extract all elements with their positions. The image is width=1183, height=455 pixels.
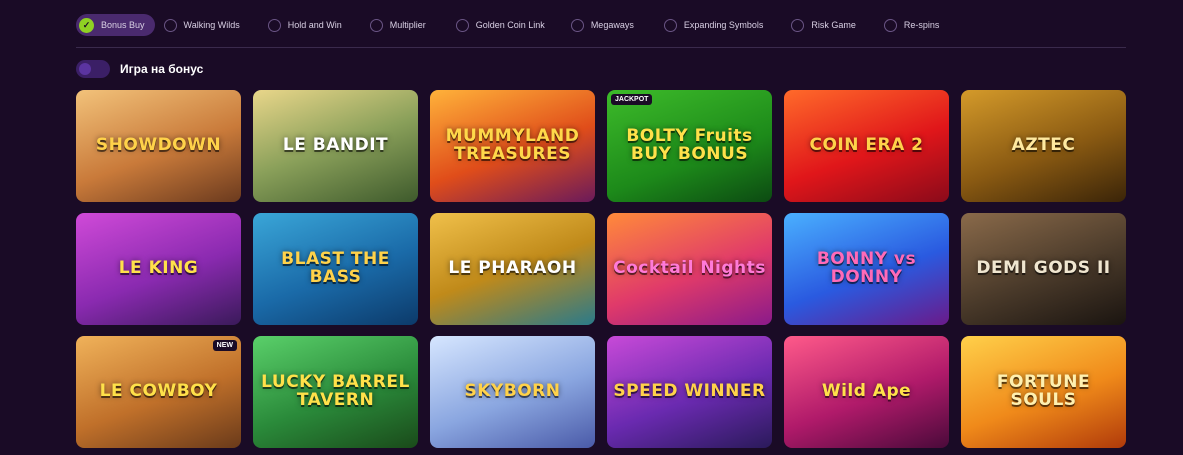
game-title: LE KING (118, 258, 199, 279)
jackpot-badge: JACKPOT (611, 94, 653, 105)
game-card[interactable]: Cocktail Nights (607, 213, 772, 325)
game-card[interactable]: DEMI GODS II (961, 213, 1126, 325)
bonus-game-toggle[interactable] (76, 60, 110, 78)
divider (76, 47, 1126, 48)
game-title: FORTUNE SOULS (996, 372, 1091, 410)
game-title: LUCKY BARREL TAVERN (261, 372, 410, 410)
filter-chip-bonus-buy[interactable]: ✓ Bonus Buy (76, 14, 155, 36)
filter-chip-label: Expanding Symbols (683, 20, 764, 30)
radio-circle-icon (883, 18, 897, 32)
game-title: COIN ERA 2 (809, 135, 924, 156)
game-title: DEMI GODS II (976, 258, 1111, 279)
filter-chip-label: Risk Game (811, 20, 856, 30)
bonus-game-toggle-label: Игра на бонус (120, 62, 204, 76)
radio-circle-icon (267, 18, 281, 32)
filter-chip-label: Multiplier (389, 20, 426, 30)
game-title: LE PHARAOH (448, 258, 577, 279)
radio-circle-icon (455, 18, 469, 32)
new-badge: NEW (212, 340, 237, 351)
game-title: BONNY vs DONNY (816, 249, 917, 287)
game-card[interactable]: MUMMYLAND TREASURES (430, 90, 595, 202)
game-card[interactable]: FORTUNE SOULS (961, 336, 1126, 448)
game-title: SPEED WINNER (613, 381, 766, 402)
game-card[interactable]: COIN ERA 2 (784, 90, 949, 202)
game-card[interactable]: LE PHARAOH (430, 213, 595, 325)
filter-chip-re-spins[interactable]: Re-spins (883, 14, 940, 36)
game-card[interactable]: LE KING (76, 213, 241, 325)
toggle-knob (79, 63, 91, 75)
filter-chip-hold-and-win[interactable]: Hold and Win (267, 14, 342, 36)
radio-circle-icon (163, 18, 177, 32)
game-title: Cocktail Nights (613, 258, 766, 279)
game-title: LE COWBOY (99, 381, 218, 402)
game-title: BOLTY Fruits BUY BONUS (626, 126, 753, 164)
game-card[interactable]: AZTEC (961, 90, 1126, 202)
game-title: SKYBORN (464, 381, 561, 402)
check-icon: ✓ (79, 17, 94, 33)
bonus-game-toggle-row: Игра на бонус (76, 60, 203, 78)
filter-chip-multiplier[interactable]: Multiplier (369, 14, 426, 36)
game-title: AZTEC (1011, 135, 1076, 156)
game-title: BLAST THE BASS (281, 249, 390, 287)
game-card[interactable]: BLAST THE BASS (253, 213, 418, 325)
filter-chip-label: Hold and Win (287, 20, 342, 30)
game-title: Wild Ape (821, 381, 912, 402)
radio-circle-icon (570, 18, 584, 32)
filter-chip-golden-coin-link[interactable]: Golden Coin Link (455, 14, 545, 36)
filter-chip-label: Re-spins (903, 20, 940, 30)
filter-chip-label: Bonus Buy (101, 20, 145, 30)
game-card[interactable]: BOLTY Fruits BUY BONUS JACKPOT (607, 90, 772, 202)
filter-chip-megaways[interactable]: Megaways (570, 14, 634, 36)
filter-chip-label: Golden Coin Link (475, 20, 545, 30)
filter-chip-expanding-symbols[interactable]: Expanding Symbols (663, 14, 764, 36)
filter-chip-label: Walking Wilds (183, 20, 240, 30)
feature-filter-bar: ✓ Bonus Buy Walking Wilds Hold and Win Multi… (76, 14, 939, 36)
game-card[interactable]: LE BANDIT (253, 90, 418, 202)
filter-chip-label: Megaways (590, 20, 634, 30)
radio-circle-icon (791, 18, 805, 32)
filter-chip-risk-game[interactable]: Risk Game (791, 14, 856, 36)
game-card[interactable]: SPEED WINNER (607, 336, 772, 448)
filter-chip-walking-wilds[interactable]: Walking Wilds (163, 14, 240, 36)
game-card[interactable]: BONNY vs DONNY (784, 213, 949, 325)
game-card[interactable]: SHOWDOWN (76, 90, 241, 202)
game-card[interactable]: Wild Ape (784, 336, 949, 448)
radio-circle-icon (663, 18, 677, 32)
game-title: SHOWDOWN (95, 135, 222, 156)
game-title: MUMMYLAND TREASURES (445, 126, 580, 164)
game-card[interactable]: LE COWBOY NEW (76, 336, 241, 448)
game-grid: SHOWDOWN LE BANDIT MUMMYLAND TREASURES BOLT… (76, 90, 1126, 448)
radio-circle-icon (369, 18, 383, 32)
game-title: LE BANDIT (282, 135, 389, 156)
game-card[interactable]: LUCKY BARREL TAVERN (253, 336, 418, 448)
game-card[interactable]: SKYBORN (430, 336, 595, 448)
